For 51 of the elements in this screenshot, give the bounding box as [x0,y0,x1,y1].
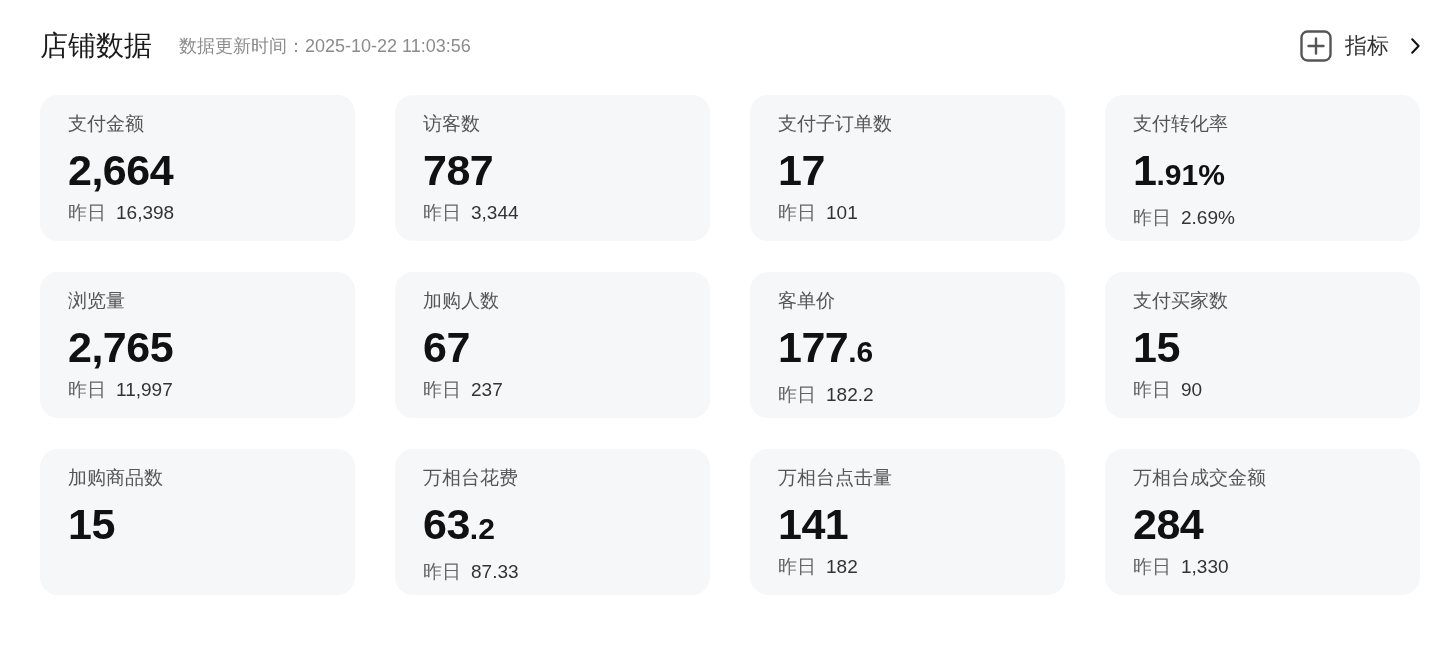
add-metric-button[interactable]: 指标 [1300,30,1420,62]
metric-value: 787 [423,145,494,195]
compare-value: 101 [826,202,858,224]
metric-label: 支付子订单数 [778,113,892,135]
metric-label: 万相台花费 [423,467,518,489]
compare-value: 11,997 [116,379,173,401]
metric-value: 284 [1133,499,1204,549]
metric-value: 67 [423,322,470,372]
metric-label: 加购人数 [423,290,499,312]
metric-value: 177.6 [778,322,874,373]
compare-label: 昨日 [68,379,106,401]
compare-label: 昨日 [68,202,106,224]
metric-value: 2,765 [68,322,174,372]
chevron-right-icon [1411,38,1420,54]
metric-label: 浏览量 [68,290,125,312]
metric-value: 17 [778,145,825,195]
metric-label: 客单价 [778,290,835,312]
metric-value: 141 [778,499,849,549]
compare-label: 昨日 [778,384,816,406]
metric-label: 加购商品数 [68,467,163,489]
metric-label: 万相台点击量 [778,467,892,489]
compare-value: 16,398 [116,202,175,224]
metric-label: 支付买家数 [1133,290,1228,312]
metric-value: 1.91% [1133,145,1225,196]
compare-label: 昨日 [778,556,816,578]
metric-label: 支付金额 [68,113,144,135]
compare-label: 昨日 [423,202,461,224]
compare-label: 昨日 [1133,379,1171,401]
metric-label: 支付转化率 [1133,113,1228,135]
compare-label: 昨日 [1133,556,1171,578]
compare-value: 3,344 [471,202,519,224]
metric-value: 15 [68,499,115,549]
compare-label: 昨日 [423,561,461,583]
compare-value: 1,330 [1181,556,1229,578]
plus-square-icon [1300,30,1332,62]
metric-label: 万相台成交金额 [1133,467,1266,489]
update-time: 数据更新时间：2025-10-22 11:03:56 [179,35,471,58]
section-title: 店铺数据 [40,29,152,63]
compare-label: 昨日 [1133,207,1171,229]
compare-value: 182 [826,556,858,578]
compare-value: 87.33 [471,561,519,583]
compare-value: 2.69% [1181,207,1235,229]
metric-label: 访客数 [423,113,480,135]
metric-value: 63.2 [423,499,495,550]
compare-value: 182.2 [826,384,874,406]
compare-value: 237 [471,379,503,401]
metric-value: 2,664 [68,145,174,195]
compare-value: 90 [1181,379,1203,401]
compare-label: 昨日 [778,202,816,224]
compare-label: 昨日 [423,379,461,401]
metric-value: 15 [1133,322,1180,372]
